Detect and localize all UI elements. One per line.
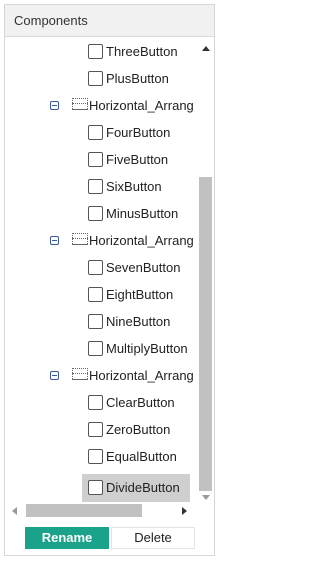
- tree-item-eightbutton[interactable]: EightButton: [5, 284, 198, 306]
- collapse-toggle-icon[interactable]: [50, 236, 59, 245]
- component-checkbox-icon: [88, 44, 103, 59]
- component-checkbox-icon: [88, 179, 103, 194]
- tree-item-horizontal-arrangement-2[interactable]: Horizontal_Arrang: [5, 230, 198, 252]
- horizontal-arrangement-icon: [72, 98, 88, 110]
- component-checkbox-icon: [88, 314, 103, 329]
- scroll-down-arrow-icon[interactable]: [202, 495, 210, 500]
- collapse-toggle-icon[interactable]: [50, 101, 59, 110]
- component-checkbox-icon: [88, 449, 103, 464]
- horizontal-scroll-thumb[interactable]: [26, 504, 142, 517]
- tree-item-minusbutton[interactable]: MinusButton: [5, 203, 198, 225]
- tree-item-label: PlusButton: [106, 71, 169, 86]
- component-checkbox-icon: [88, 125, 103, 140]
- vertical-scroll-thumb[interactable]: [199, 177, 212, 491]
- component-checkbox-icon: [88, 206, 103, 221]
- scroll-right-arrow-icon[interactable]: [182, 507, 187, 515]
- rename-button[interactable]: Rename: [25, 527, 109, 549]
- tree-item-equalbutton[interactable]: EqualButton: [5, 446, 198, 468]
- tree-item-horizontal-arrangement-3[interactable]: Horizontal_Arrang: [5, 365, 198, 387]
- tree-item-label: DivideButton: [106, 480, 180, 495]
- tree-item-label: FiveButton: [106, 152, 169, 167]
- horizontal-scrollbar[interactable]: [8, 503, 193, 519]
- scroll-left-arrow-icon[interactable]: [12, 507, 17, 515]
- panel-title: Components: [14, 13, 88, 28]
- tree-item-dividebutton[interactable]: DivideButton: [5, 474, 198, 502]
- panel-header: Components: [5, 5, 214, 37]
- tree-item-label: Horizontal_Arrang: [89, 233, 194, 248]
- tree-item-label: EightButton: [106, 287, 174, 302]
- tree-item-fourbutton[interactable]: FourButton: [5, 122, 198, 144]
- tree-item-label: ThreeButton: [106, 44, 178, 59]
- tree-item-label: EqualButton: [106, 449, 177, 464]
- component-checkbox-icon: [88, 260, 103, 275]
- tree-item-label: FourButton: [106, 125, 171, 140]
- tree-item-multiplybutton[interactable]: MultiplyButton: [5, 338, 198, 360]
- tree-item-zerobutton[interactable]: ZeroButton: [5, 419, 198, 441]
- delete-button[interactable]: Delete: [111, 527, 195, 549]
- tree-item-threebutton[interactable]: ThreeButton: [5, 41, 198, 63]
- tree-item-label: Horizontal_Arrang: [89, 368, 194, 383]
- component-checkbox-icon: [88, 71, 103, 86]
- component-checkbox-icon: [88, 341, 103, 356]
- component-checkbox-icon: [88, 287, 103, 302]
- horizontal-arrangement-icon: [72, 368, 88, 380]
- tree-item-clearbutton[interactable]: ClearButton: [5, 392, 198, 414]
- tree-item-ninebutton[interactable]: NineButton: [5, 311, 198, 333]
- tree-item-label: ClearButton: [106, 395, 175, 410]
- component-checkbox-icon: [88, 395, 103, 410]
- tree-item-sevenbutton[interactable]: SevenButton: [5, 257, 198, 279]
- component-checkbox-icon: [88, 480, 103, 495]
- vertical-scrollbar[interactable]: [198, 38, 213, 508]
- tree-item-plusbutton[interactable]: PlusButton: [5, 68, 198, 90]
- tree-item-sixbutton[interactable]: SixButton: [5, 176, 198, 198]
- component-checkbox-icon: [88, 152, 103, 167]
- tree-item-label: MultiplyButton: [106, 341, 188, 356]
- tree-item-label: NineButton: [106, 314, 171, 329]
- collapse-toggle-icon[interactable]: [50, 371, 59, 380]
- horizontal-arrangement-icon: [72, 233, 88, 245]
- components-panel: Components ThreeButton PlusButton Horizo…: [4, 4, 215, 556]
- scroll-up-arrow-icon[interactable]: [202, 46, 210, 51]
- tree-item-label: Horizontal_Arrang: [89, 98, 194, 113]
- component-checkbox-icon: [88, 422, 103, 437]
- tree-item-label: SevenButton: [106, 260, 181, 275]
- tree-item-fivebutton[interactable]: FiveButton: [5, 149, 198, 171]
- tree-item-label: MinusButton: [106, 206, 179, 221]
- tree-item-horizontal-arrangement-1[interactable]: Horizontal_Arrang: [5, 95, 198, 117]
- component-tree: ThreeButton PlusButton Horizontal_Arrang…: [5, 38, 198, 508]
- tree-item-label: ZeroButton: [106, 422, 171, 437]
- tree-item-label: SixButton: [106, 179, 162, 194]
